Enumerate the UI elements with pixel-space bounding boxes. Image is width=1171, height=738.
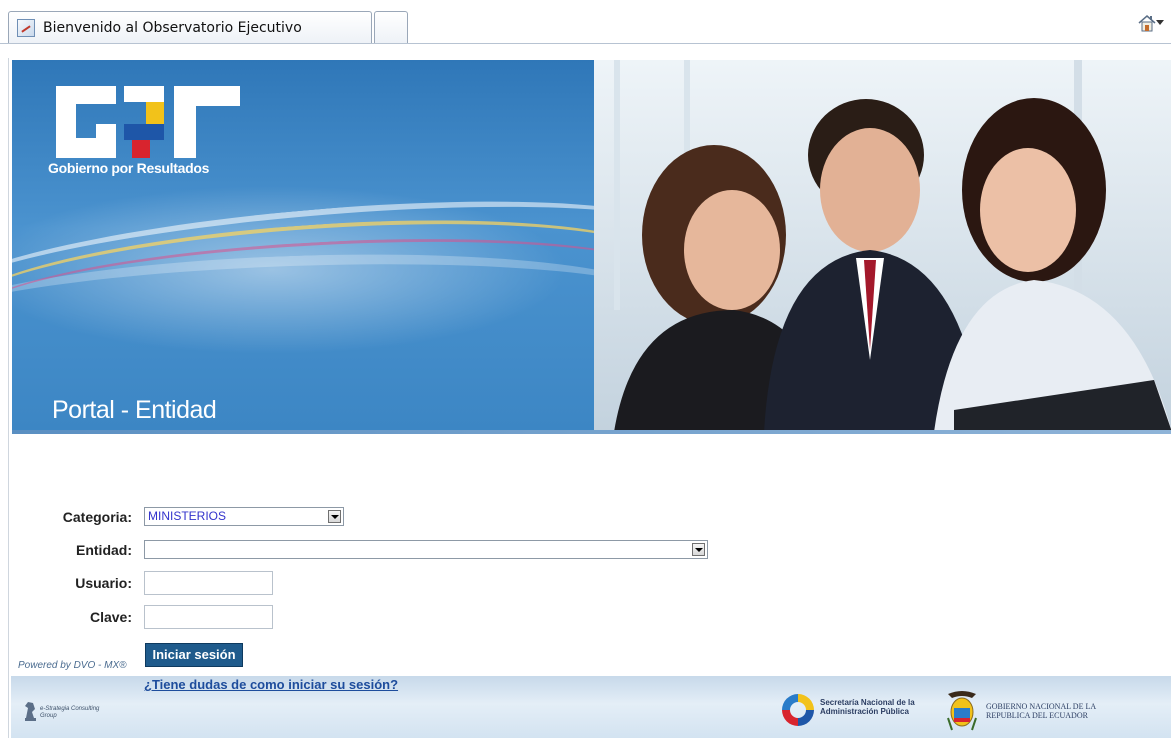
e-strategia-text: e-Strategia Consulting Group	[40, 706, 100, 719]
entidad-select[interactable]	[144, 540, 708, 559]
snap-logo: Secretaría Nacional de la Administración…	[778, 690, 915, 735]
snap-text: Secretaría Nacional de la Administración…	[820, 698, 915, 716]
page-favicon-icon	[17, 18, 35, 37]
gobierno-ecuador-logo: GOBIERNO NACIONAL DE LA REPUBLICA DEL EC…	[944, 688, 1096, 737]
banner-background: Gobierno por Resultados Portal - Entidad	[12, 60, 696, 432]
powered-by-text: Powered by DVO - MX®	[18, 660, 127, 671]
tab-divider	[0, 43, 1171, 44]
powered-by-label: Powered by DVO - MX	[18, 660, 120, 671]
portal-title: Portal - Entidad	[52, 396, 217, 424]
team-photo	[594, 60, 1171, 432]
chess-knight-icon	[25, 702, 36, 721]
page-content: Gobierno por Resultados Portal - Entidad	[8, 58, 1171, 738]
e-strategia-logo: e-Strategia Consulting Group	[22, 700, 99, 727]
header-banner: Gobierno por Resultados Portal - Entidad	[12, 60, 1171, 432]
categoria-select[interactable]: MINISTERIOS	[144, 507, 344, 526]
usuario-label: Usuario:	[75, 575, 132, 591]
dropdown-arrow-icon[interactable]	[692, 543, 705, 556]
registered-mark-icon: ®	[119, 660, 127, 671]
banner-divider	[12, 430, 1171, 434]
dropdown-arrow-icon[interactable]	[328, 510, 341, 523]
new-tab-button[interactable]	[374, 11, 408, 43]
entidad-label: Entidad:	[76, 542, 132, 558]
tab-title: Bienvenido al Observatorio Ejecutivo	[43, 19, 302, 36]
categoria-label: Categoria:	[62, 509, 132, 525]
login-button[interactable]: Iniciar sesión	[145, 643, 243, 667]
gobierno-text: GOBIERNO NACIONAL DE LA REPUBLICA DEL EC…	[986, 702, 1096, 720]
clave-input[interactable]	[144, 605, 273, 629]
categoria-selected-value: MINISTERIOS	[148, 509, 227, 523]
browser-tab-strip: Bienvenido al Observatorio Ejecutivo	[0, 0, 1171, 48]
home-icon[interactable]	[1136, 12, 1158, 34]
logo-tagline: Gobierno por Resultados	[48, 160, 210, 176]
usuario-input[interactable]	[144, 571, 273, 595]
login-help-link[interactable]: ¿Tiene dudas de como iniciar su sesión?	[144, 677, 398, 692]
home-dropdown-caret-icon[interactable]	[1156, 20, 1164, 25]
clave-label: Clave:	[89, 609, 132, 625]
browser-tab[interactable]: Bienvenido al Observatorio Ejecutivo	[8, 11, 372, 43]
snap-emblem-icon	[782, 694, 814, 726]
ecuador-coat-of-arms-icon	[947, 691, 977, 731]
